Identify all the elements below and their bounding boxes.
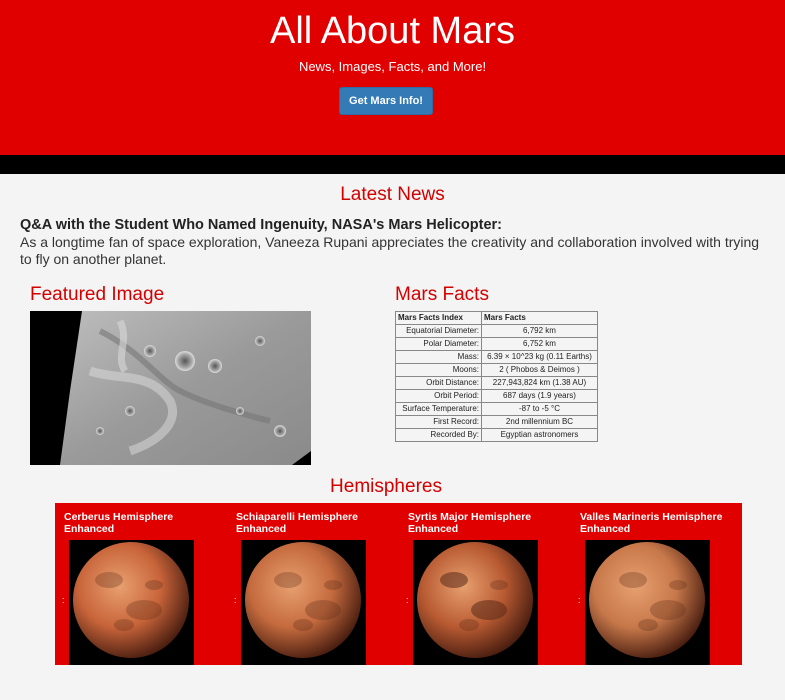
hemisphere-card-syrtis-major[interactable]: Syrtis Major Hemisphere Enhanced : <box>399 503 571 665</box>
surface-feature <box>669 580 687 590</box>
surface-feature <box>619 572 647 588</box>
page-title: All About Mars <box>270 10 515 52</box>
hemispheres-heading: Hemispheres <box>330 476 442 497</box>
hemisphere-separator: : <box>578 595 581 605</box>
news-body: As a longtime fan of space exploration, … <box>20 234 760 267</box>
surface-feature <box>145 580 163 590</box>
hemisphere-card-valles-marineris[interactable]: Valles Marineris Hemisphere Enhanced : <box>571 503 743 665</box>
fact-label: Surface Temperature: <box>395 402 482 416</box>
featured-image-heading: Featured Image <box>30 284 165 305</box>
get-mars-info-button[interactable]: Get Mars Info! <box>339 87 433 115</box>
table-row: Mass: 6.39 × 10^23 kg (0.11 Earths) <box>395 350 598 364</box>
surface-feature <box>440 572 468 588</box>
hemisphere-card-cerberus[interactable]: Cerberus Hemisphere Enhanced : <box>55 503 227 665</box>
surface-feature <box>95 572 123 588</box>
table-header-cell: Mars Facts Index <box>395 311 482 325</box>
table-row: Surface Temperature: -87 to -5 °C <box>395 402 598 416</box>
hemisphere-title[interactable]: Syrtis Major Hemisphere Enhanced <box>408 511 568 535</box>
hemisphere-card-schiaparelli[interactable]: Schiaparelli Hemisphere Enhanced : <box>227 503 399 665</box>
table-row: Moons: 2 ( Phobos & Deimos ) <box>395 363 598 377</box>
hero-banner: All About Mars News, Images, Facts, and … <box>0 0 785 155</box>
fact-value: 6,752 km <box>481 337 598 351</box>
hemisphere-separator: : <box>234 595 237 605</box>
fact-label: Polar Diameter: <box>395 337 482 351</box>
fact-label: Equatorial Diameter: <box>395 324 482 338</box>
table-row: Polar Diameter: 6,752 km <box>395 337 598 351</box>
hemisphere-image[interactable] <box>69 540 194 665</box>
hemisphere-image[interactable] <box>585 540 710 665</box>
surface-feature <box>114 619 134 631</box>
planet-globe <box>73 542 189 658</box>
hemispheres-panel: Cerberus Hemisphere Enhanced : Schiapare… <box>55 503 742 665</box>
surface-feature <box>459 619 479 631</box>
planet-globe <box>589 542 705 658</box>
hemisphere-title[interactable]: Schiaparelli Hemisphere Enhanced <box>236 511 396 535</box>
fact-value: 6.39 × 10^23 kg (0.11 Earths) <box>481 350 598 364</box>
surface-feature <box>305 600 341 620</box>
latest-news-heading: Latest News <box>340 184 445 205</box>
table-row: Equatorial Diameter: 6,792 km <box>395 324 598 338</box>
hemisphere-title[interactable]: Cerberus Hemisphere Enhanced <box>64 511 224 535</box>
hemisphere-image[interactable] <box>413 540 538 665</box>
table-header-cell: Mars Facts <box>481 311 598 325</box>
fact-value: Egyptian astronomers <box>481 428 598 442</box>
header-divider-band <box>0 155 785 174</box>
surface-feature <box>650 600 686 620</box>
fact-label: Moons: <box>395 363 482 377</box>
fact-value: 2nd millennium BC <box>481 415 598 429</box>
fact-label: Orbit Distance: <box>395 376 482 390</box>
surface-feature <box>324 580 342 590</box>
planet-globe <box>417 542 533 658</box>
planet-globe <box>245 542 361 658</box>
featured-image[interactable] <box>30 311 311 465</box>
planet-image <box>241 540 366 665</box>
fact-label: Mass: <box>395 350 482 364</box>
featured-image-art <box>30 311 311 465</box>
page-subtitle: News, Images, Facts, and More! <box>298 59 487 74</box>
table-row: Recorded By: Egyptian astronomers <box>395 428 598 442</box>
surface-feature <box>490 580 508 590</box>
fact-label: Recorded By: <box>395 428 482 442</box>
planet-image <box>413 540 538 665</box>
surface-feature <box>274 572 302 588</box>
fact-value: 6,792 km <box>481 324 598 338</box>
hemisphere-image[interactable] <box>241 540 366 665</box>
surface-feature <box>638 619 658 631</box>
mars-facts-table: Mars Facts Index Mars Facts Equatorial D… <box>395 311 598 442</box>
planet-image <box>585 540 710 665</box>
news-title: Q&A with the Student Who Named Ingenuity… <box>20 217 502 233</box>
fact-label: Orbit Period: <box>395 389 482 403</box>
fact-value: 2 ( Phobos & Deimos ) <box>481 363 598 377</box>
fact-label: First Record: <box>395 415 482 429</box>
surface-feature <box>293 619 313 631</box>
table-header-row: Mars Facts Index Mars Facts <box>395 311 598 325</box>
fact-value: 227,943,824 km (1.38 AU) <box>481 376 598 390</box>
fact-value: 687 days (1.9 years) <box>481 389 598 403</box>
mars-facts-heading: Mars Facts <box>395 284 489 305</box>
planet-image <box>69 540 194 665</box>
table-row: Orbit Period: 687 days (1.9 years) <box>395 389 598 403</box>
table-row: Orbit Distance: 227,943,824 km (1.38 AU) <box>395 376 598 390</box>
hemisphere-separator: : <box>406 595 409 605</box>
hemisphere-separator: : <box>62 595 65 605</box>
surface-feature <box>126 600 162 620</box>
table-row: First Record: 2nd millennium BC <box>395 415 598 429</box>
surface-feature <box>471 600 507 620</box>
hemisphere-title[interactable]: Valles Marineris Hemisphere Enhanced <box>580 511 740 535</box>
fact-value: -87 to -5 °C <box>481 402 598 416</box>
